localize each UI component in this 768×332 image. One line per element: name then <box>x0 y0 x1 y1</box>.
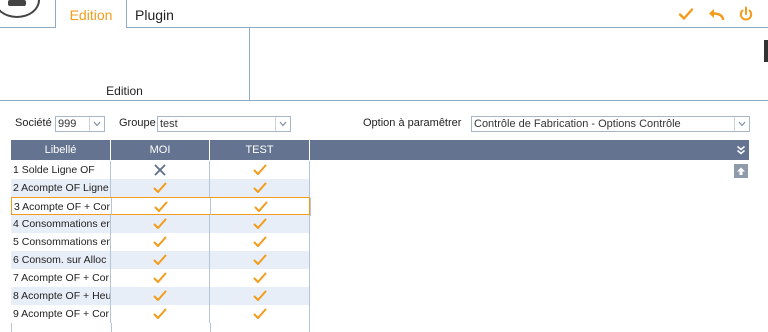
checkmark-icon <box>153 218 167 230</box>
row-label: 3 Acompte OF + Cor <box>12 198 112 216</box>
grid-header: Libellé MOI TEST <box>11 140 749 160</box>
cell-moi[interactable] <box>111 179 210 197</box>
cell-test[interactable] <box>210 305 310 323</box>
cell-moi[interactable] <box>111 305 210 323</box>
table-row[interactable]: 2 Acompte OF Ligne <box>11 179 310 197</box>
table-row[interactable]: 4 Consommations en <box>11 215 310 233</box>
groupe-value: test <box>160 118 178 130</box>
row-label: 5 Consommations en <box>11 233 111 251</box>
cell-test[interactable] <box>210 251 310 269</box>
table-row[interactable]: 8 Acompte OF + Heu <box>11 287 310 305</box>
checkmark-icon <box>253 254 267 266</box>
ribbon-panel: Edition <box>0 28 768 101</box>
app-logo-icon[interactable] <box>0 0 40 18</box>
undo-arrow-icon[interactable] <box>706 4 726 24</box>
options-grid: Libellé MOI TEST 1 Solde Ligne OF 2 Acomp… <box>11 140 749 332</box>
groupe-select[interactable]: test <box>157 116 291 132</box>
cell-test[interactable] <box>210 287 310 305</box>
ribbon-edge-handle <box>764 40 768 62</box>
chevron-down-icon[interactable] <box>275 117 290 131</box>
cell-test[interactable] <box>210 269 310 287</box>
societe-select[interactable]: 999 <box>55 116 105 132</box>
checkmark-icon <box>253 290 267 302</box>
cell-moi[interactable] <box>111 251 210 269</box>
groupe-label: Groupe <box>119 117 156 129</box>
tab-bar: Edition Plugin <box>0 0 768 28</box>
societe-value: 999 <box>58 118 77 130</box>
row-label: 6 Consom. sur Alloc <box>11 251 111 269</box>
checkmark-icon <box>154 201 168 213</box>
column-divider <box>111 323 112 332</box>
toolbar-actions <box>676 0 768 27</box>
societe-label: Société <box>15 117 52 129</box>
ribbon-group-edition: Edition <box>0 28 250 100</box>
ribbon-group-label: Edition <box>106 84 143 98</box>
cell-test[interactable] <box>210 215 310 233</box>
cell-moi[interactable] <box>111 287 210 305</box>
row-label: 2 Acompte OF Ligne <box>11 179 111 197</box>
checkmark-icon <box>253 272 267 284</box>
cell-moi[interactable] <box>111 233 210 251</box>
checkmark-icon <box>254 201 268 213</box>
grid-empty-area <box>11 323 310 332</box>
checkmark-icon <box>153 272 167 284</box>
column-header-libelle[interactable]: Libellé <box>11 140 111 160</box>
row-label: 4 Consommations en <box>11 215 111 233</box>
checkmark-icon <box>253 182 267 194</box>
row-label: 8 Acompte OF + Heu <box>11 287 111 305</box>
grid-scrollbar[interactable] <box>733 160 749 332</box>
checkmark-icon[interactable] <box>676 4 696 24</box>
cell-moi[interactable] <box>111 215 210 233</box>
filter-bar: Société 999 Groupe test Option à paramêt… <box>0 112 768 136</box>
cross-icon <box>154 164 166 176</box>
checkmark-icon <box>153 236 167 248</box>
checkmark-icon <box>253 218 267 230</box>
cell-test[interactable] <box>211 198 311 216</box>
cell-moi[interactable] <box>111 269 210 287</box>
cell-moi[interactable] <box>111 161 210 179</box>
chevron-down-icon[interactable] <box>734 117 749 131</box>
table-row[interactable]: 1 Solde Ligne OF <box>11 161 310 179</box>
table-row[interactable]: 5 Consommations en <box>11 233 310 251</box>
table-row[interactable]: 6 Consom. sur Alloc <box>11 251 310 269</box>
checkmark-icon <box>253 308 267 320</box>
power-icon[interactable] <box>736 4 756 24</box>
row-label: 9 Acompte OF + Cor <box>11 305 111 323</box>
checkmark-icon <box>153 308 167 320</box>
column-header-test[interactable]: TEST <box>210 140 310 160</box>
cell-test[interactable] <box>210 233 310 251</box>
row-label: 7 Acompte OF + Cor <box>11 269 111 287</box>
cell-moi[interactable] <box>112 198 211 216</box>
column-header-moi[interactable]: MOI <box>111 140 210 160</box>
checkmark-icon <box>253 164 267 176</box>
cell-test[interactable] <box>210 161 310 179</box>
table-row[interactable]: 9 Acompte OF + Cor <box>11 305 310 323</box>
option-label: Option à paramêtrer <box>363 117 462 129</box>
column-divider <box>210 323 211 332</box>
arrow-up-icon[interactable] <box>734 164 748 178</box>
table-row[interactable]: 3 Acompte OF + Cor <box>11 197 311 216</box>
double-chevron-down-icon[interactable] <box>734 143 748 157</box>
option-select[interactable]: Contrôle de Fabrication - Options Contrô… <box>471 116 750 132</box>
checkmark-icon <box>153 290 167 302</box>
table-row[interactable]: 7 Acompte OF + Cor <box>11 269 310 287</box>
tab-edition[interactable]: Edition <box>55 0 127 28</box>
row-label: 1 Solde Ligne OF <box>11 161 111 179</box>
checkmark-icon <box>253 236 267 248</box>
checkmark-icon <box>153 254 167 266</box>
cell-test[interactable] <box>210 179 310 197</box>
option-value: Contrôle de Fabrication - Options Contrô… <box>474 118 681 130</box>
chevron-down-icon[interactable] <box>89 117 104 131</box>
tab-plugin[interactable]: Plugin <box>135 0 174 27</box>
checkmark-icon <box>153 182 167 194</box>
